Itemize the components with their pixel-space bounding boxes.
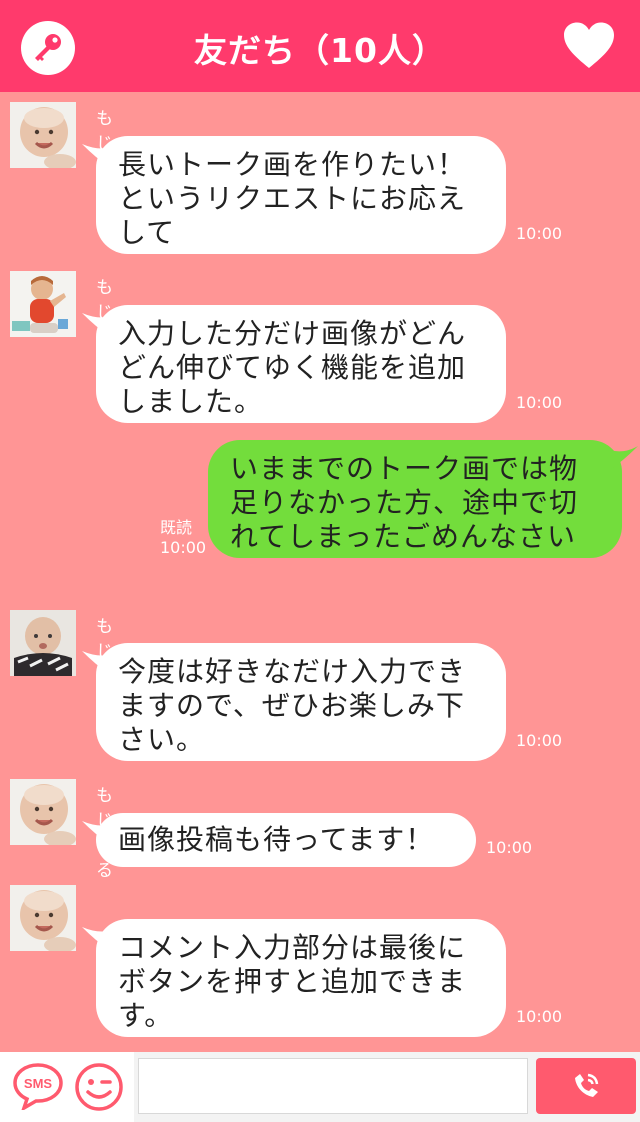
bubble-tail <box>610 446 638 470</box>
message-line: しました。 <box>118 385 264 418</box>
message-time: 10:00 <box>516 393 563 412</box>
message-time: 10:00 <box>160 538 207 557</box>
baby-photo-1 <box>10 779 76 845</box>
baby-photo-1 <box>10 885 76 951</box>
message-bubble[interactable]: コメント入力部分は最後に ボタンを押すと追加できま す。 <box>82 919 506 1037</box>
baby-photo-1 <box>10 102 76 168</box>
message-time: 10:00 <box>516 731 563 750</box>
message-time: 10:00 <box>516 1007 563 1026</box>
avatar[interactable] <box>10 610 76 676</box>
message-line: 入力した分だけ画像がどん <box>118 317 467 350</box>
sms-icon[interactable]: SMS <box>12 1062 64 1110</box>
message-line: いままでのトーク画では物 <box>230 452 579 485</box>
input-bar: SMS <box>0 1052 640 1122</box>
message-line: ボタンを押すと追加できま <box>118 965 467 998</box>
avatar[interactable] <box>10 102 76 168</box>
avatar[interactable] <box>10 779 76 845</box>
message-line: 足りなかった方、途中で切 <box>230 486 579 519</box>
bubble-tail <box>82 821 108 843</box>
message-line: して <box>118 216 176 249</box>
avatar[interactable] <box>10 271 76 337</box>
message-input[interactable] <box>138 1058 528 1114</box>
message-bubble[interactable]: 今度は好きなだけ入力でき ますので、ぜひお楽しみ下 さい。 <box>82 643 506 761</box>
bubble-tail <box>82 144 108 166</box>
message-line: コメント入力部分は最後に <box>118 931 467 964</box>
read-status: 既読 10:00 <box>160 518 206 558</box>
message-bubble[interactable]: 入力した分だけ画像がどん どん伸びてゆく機能を追加 しました。 <box>82 305 506 423</box>
input-tools: SMS <box>0 1052 134 1122</box>
bubble-tail <box>82 651 108 673</box>
bubble-tail <box>82 927 108 949</box>
message-line: 今度は好きなだけ入力でき <box>118 655 467 688</box>
message-line: というリクエストにお応え <box>118 182 467 215</box>
call-button[interactable] <box>536 1058 636 1114</box>
message-bubble[interactable]: 画像投稿も待ってます！ <box>82 813 476 867</box>
baby-photo-3 <box>10 610 76 676</box>
message-line: す。 <box>118 999 174 1032</box>
bubble-tail <box>82 313 108 335</box>
message-line: 画像投稿も待ってます！ <box>118 823 435 856</box>
message-line: れてしまったごめんなさい <box>230 520 577 553</box>
read-label: 既読 <box>160 518 193 537</box>
top-bar: 友だち（10人） <box>0 0 640 92</box>
my-message-bubble[interactable]: いままでのトーク画では物 足りなかった方、途中で切 れてしまったごめんなさい <box>208 440 638 558</box>
phone-icon <box>575 1073 599 1097</box>
wink-face-icon[interactable] <box>74 1062 124 1112</box>
favorite-button[interactable] <box>563 22 615 70</box>
message-time: 10:00 <box>516 224 563 243</box>
message-line: どん伸びてゆく機能を追加 <box>118 351 467 384</box>
message-time: 10:00 <box>486 838 533 857</box>
message-bubble[interactable]: 長いトーク画を作りたい！ というリクエストにお応え して <box>82 136 506 254</box>
message-line: さい。 <box>118 723 206 756</box>
page-title: 友だち（10人） <box>194 31 446 70</box>
message-line: ますので、ぜひお楽しみ下 <box>118 689 465 722</box>
baby-photo-2 <box>10 271 76 337</box>
message-line: 長いトーク画を作りたい！ <box>118 148 467 181</box>
sms-label: SMS <box>24 1076 53 1091</box>
heart-icon <box>564 22 614 68</box>
avatar[interactable] <box>10 885 76 951</box>
